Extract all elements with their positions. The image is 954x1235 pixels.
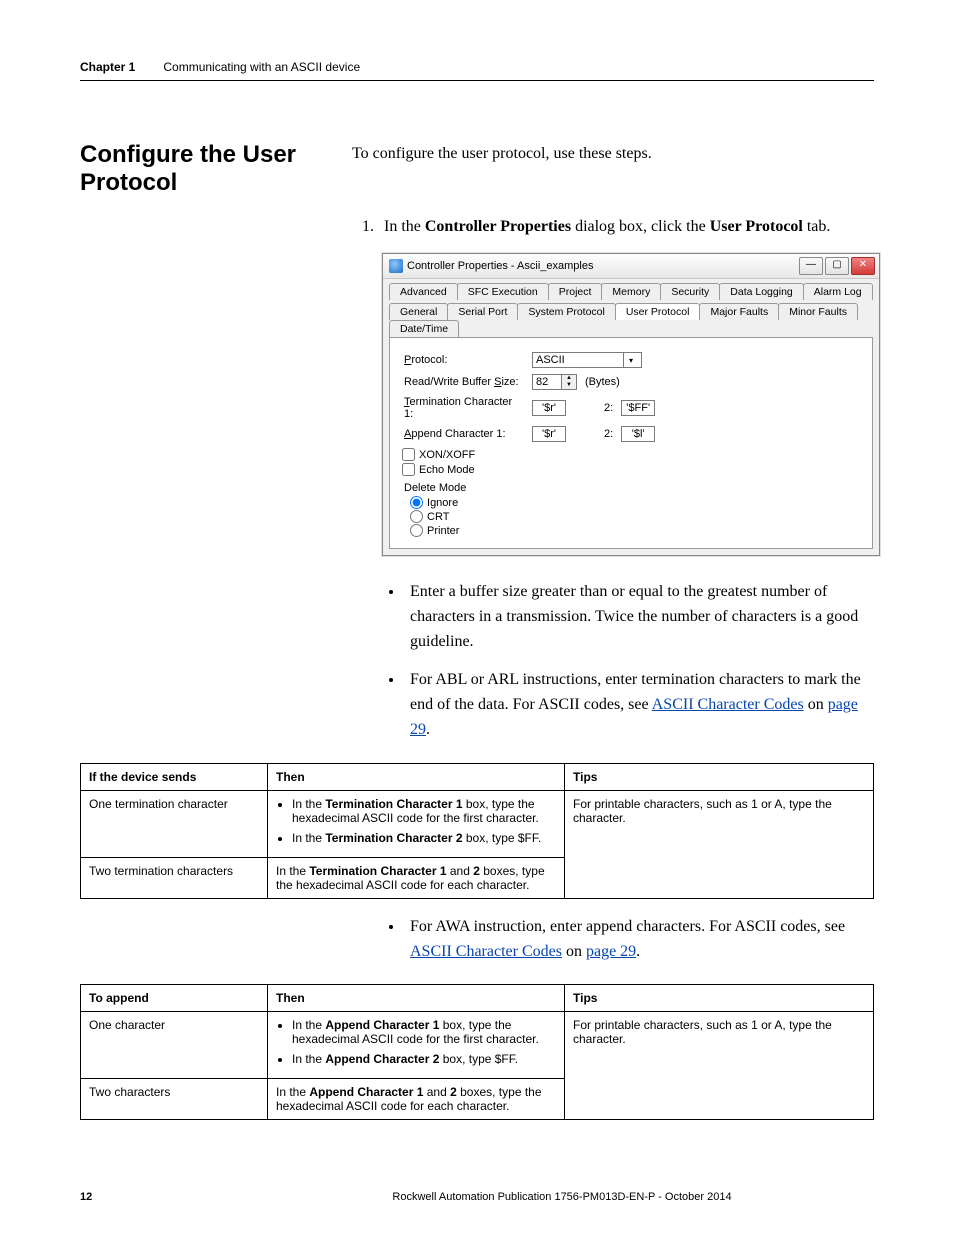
append-char-2-input[interactable]: '$l': [621, 426, 655, 442]
spinner-icon[interactable]: ▲▼: [562, 374, 577, 390]
buffer-label: Read/Write Buffer Size:: [404, 376, 524, 388]
tab-date-time[interactable]: Date/Time: [389, 320, 459, 337]
t2-h3: Tips: [565, 985, 874, 1012]
bullet-list-2: For AWA instruction, enter append charac…: [382, 915, 874, 965]
term1-label: Termination Character 1:: [404, 396, 524, 420]
bullet-buffer-size: Enter a buffer size greater than or equa…: [404, 580, 874, 654]
tab-major-faults[interactable]: Major Faults: [699, 303, 779, 320]
tab-minor-faults[interactable]: Minor Faults: [778, 303, 858, 320]
tab-serial-port[interactable]: Serial Port: [447, 303, 518, 320]
t2-h2: Then: [268, 985, 565, 1012]
publication-info: Rockwell Automation Publication 1756-PM0…: [250, 1191, 874, 1203]
buffer-size-input[interactable]: 82 ▲▼: [532, 374, 577, 390]
append2-label: 2:: [604, 428, 613, 440]
t2-h1: To append: [81, 985, 268, 1012]
delete-mode-printer[interactable]: Printer: [410, 524, 858, 537]
t2-r2c1: Two characters: [81, 1079, 268, 1120]
maximize-button[interactable]: ▢: [825, 257, 849, 275]
delete-mode-crt[interactable]: CRT: [410, 510, 858, 523]
tab-system-protocol[interactable]: System Protocol: [517, 303, 615, 320]
protocol-label: Protocol:: [404, 354, 524, 366]
protocol-select[interactable]: ASCII ▾: [532, 352, 642, 368]
dialog-titlebar: Controller Properties - Ascii_examples —…: [383, 254, 879, 279]
t1-r1c1: One termination character: [81, 790, 268, 857]
delete-mode-ignore[interactable]: Ignore: [410, 496, 858, 509]
step-1: In the Controller Properties dialog box,…: [378, 215, 874, 239]
append1-label: Append Character 1:: [404, 428, 524, 440]
tab-alarm-log[interactable]: Alarm Log: [803, 283, 873, 300]
bullet-list-1: Enter a buffer size greater than or equa…: [382, 580, 874, 743]
page-29-link-2[interactable]: page 29: [586, 943, 636, 960]
delete-mode-label: Delete Mode: [404, 482, 858, 494]
t1-h2: Then: [268, 763, 565, 790]
running-header: Chapter 1 Communicating with an ASCII de…: [80, 60, 874, 81]
app-icon: [389, 259, 403, 273]
bullet-termination: For ABL or ARL instructions, enter termi…: [404, 668, 874, 742]
chapter-label: Chapter 1: [80, 60, 135, 74]
page-number: 12: [80, 1191, 250, 1203]
tab-user-protocol[interactable]: User Protocol: [615, 303, 701, 320]
tab-security[interactable]: Security: [660, 283, 720, 300]
termination-char-2-input[interactable]: '$FF': [621, 400, 655, 416]
term2-label: 2:: [604, 402, 613, 414]
tab-project[interactable]: Project: [548, 283, 603, 300]
tab-sfc-execution[interactable]: SFC Execution: [457, 283, 549, 300]
append-char-1-input[interactable]: '$r': [532, 426, 566, 442]
t2-r1c1: One character: [81, 1012, 268, 1079]
buffer-unit: (Bytes): [585, 376, 620, 388]
t1-h3: Tips: [565, 763, 874, 790]
termination-char-1-input[interactable]: '$r': [532, 400, 566, 416]
step-list: In the Controller Properties dialog box,…: [352, 215, 874, 239]
close-button[interactable]: ✕: [851, 257, 875, 275]
dialog-title: Controller Properties - Ascii_examples: [407, 260, 593, 272]
chevron-down-icon: ▾: [623, 353, 638, 367]
t1-r1c2: In the Termination Character 1 box, type…: [268, 790, 565, 857]
page-footer: 12 Rockwell Automation Publication 1756-…: [80, 1191, 874, 1203]
controller-properties-dialog: Controller Properties - Ascii_examples —…: [382, 253, 880, 556]
ascii-codes-link[interactable]: ASCII Character Codes: [652, 696, 804, 713]
echo-mode-checkbox[interactable]: Echo Mode: [402, 463, 858, 476]
chapter-title: Communicating with an ASCII device: [163, 60, 360, 74]
t2-r2c2: In the Append Character 1 and 2 boxes, t…: [268, 1079, 565, 1120]
ascii-codes-link-2[interactable]: ASCII Character Codes: [410, 943, 562, 960]
tab-general[interactable]: General: [389, 303, 448, 320]
t1-r2c2: In the Termination Character 1 and 2 box…: [268, 857, 565, 898]
termination-table: If the device sends Then Tips One termin…: [80, 763, 874, 899]
t1-tips: For printable characters, such as 1 or A…: [565, 790, 874, 898]
t2-tips: For printable characters, such as 1 or A…: [565, 1012, 874, 1120]
xon-xoff-checkbox[interactable]: XON/XOFF: [402, 448, 858, 461]
t1-r2c1: Two termination characters: [81, 857, 268, 898]
bullet-append: For AWA instruction, enter append charac…: [404, 915, 874, 965]
t2-r1c2: In the Append Character 1 box, type the …: [268, 1012, 565, 1079]
tab-memory[interactable]: Memory: [601, 283, 661, 300]
section-heading: Configure the User Protocol: [80, 141, 332, 197]
section-intro: To configure the user protocol, use thes…: [352, 141, 652, 163]
tab-advanced[interactable]: Advanced: [389, 283, 458, 300]
minimize-button[interactable]: —: [799, 257, 823, 275]
t1-h1: If the device sends: [81, 763, 268, 790]
tab-data-logging[interactable]: Data Logging: [719, 283, 803, 300]
user-protocol-pane: Protocol: ASCII ▾ Read/Write Buffer Size…: [389, 337, 873, 549]
append-table: To append Then Tips One character In the…: [80, 984, 874, 1120]
